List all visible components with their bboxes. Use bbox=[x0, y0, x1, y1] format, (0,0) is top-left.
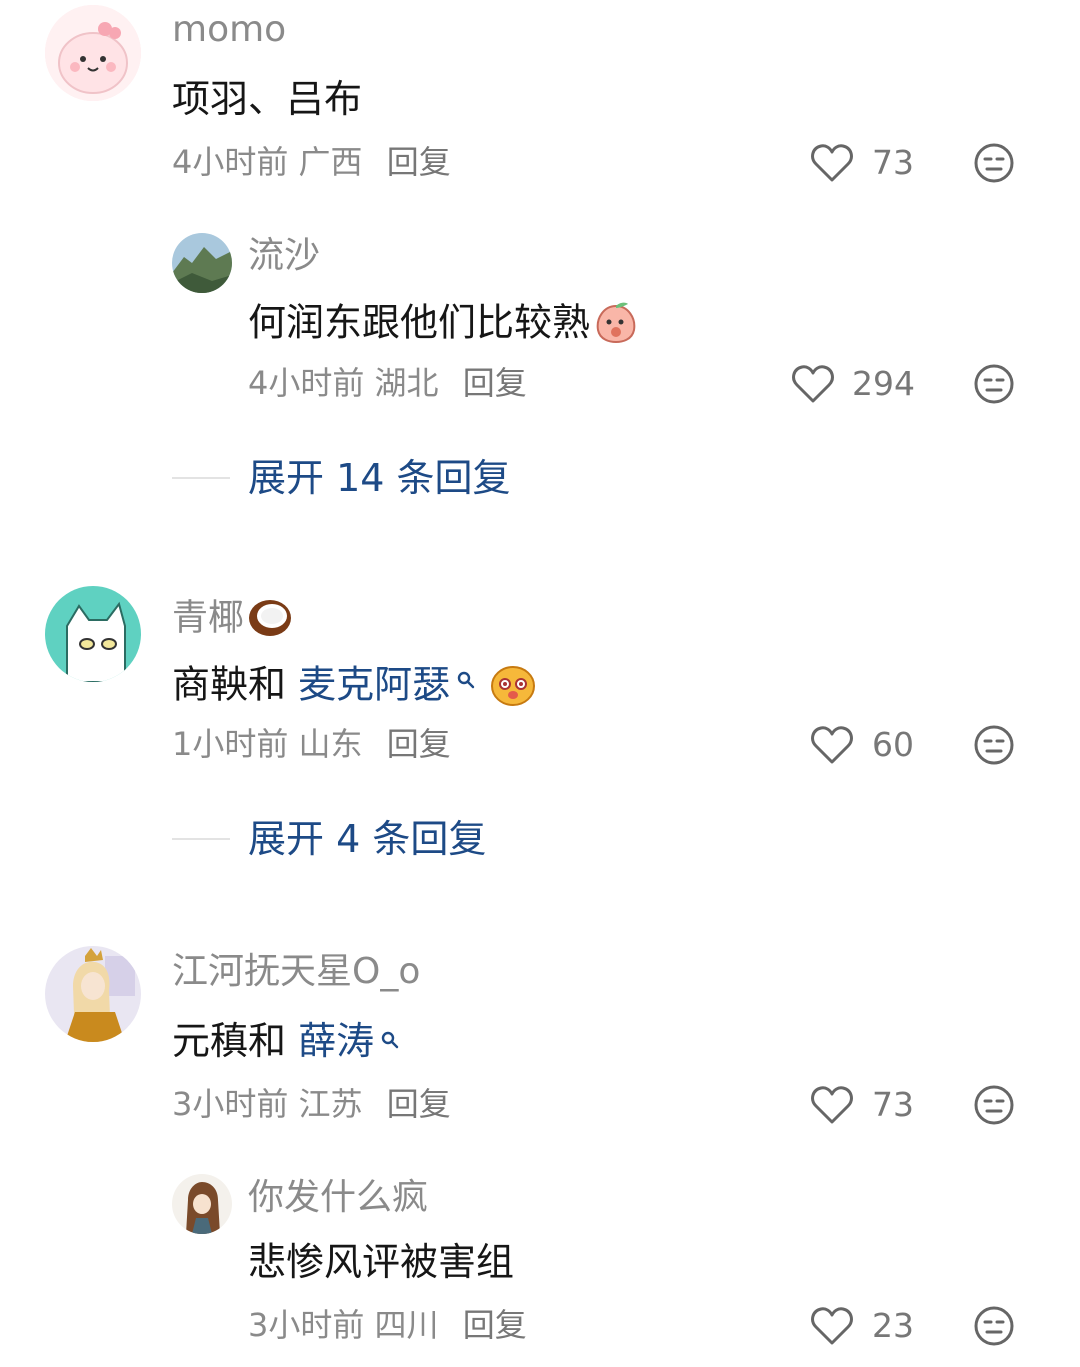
reply-time: 3小时前 bbox=[248, 1306, 365, 1344]
reply-time: 4小时前 bbox=[248, 364, 365, 402]
peach-emoji-icon bbox=[594, 300, 638, 350]
reply-button[interactable]: 回复 bbox=[387, 725, 451, 763]
username[interactable]: momo bbox=[172, 12, 286, 48]
dislike-button[interactable] bbox=[973, 1084, 1015, 1126]
heart-outline-icon bbox=[811, 1086, 853, 1124]
comment-meta: 1小时前 山东 回复 bbox=[172, 728, 451, 760]
comment-location: 山东 bbox=[298, 725, 363, 763]
username-text: 青椰 bbox=[172, 597, 245, 639]
username[interactable]: 流沙 bbox=[248, 238, 320, 274]
heart-outline-icon bbox=[792, 365, 834, 403]
comment-time: 3小时前 bbox=[172, 1085, 289, 1123]
dislike-button[interactable] bbox=[973, 724, 1015, 766]
avatar[interactable] bbox=[172, 233, 232, 293]
reply-location: 四川 bbox=[374, 1306, 439, 1344]
comment-text-plain: 元稹和 bbox=[172, 1019, 299, 1063]
avatar[interactable] bbox=[45, 586, 141, 682]
reply-location: 湖北 bbox=[374, 364, 439, 402]
search-icon[interactable] bbox=[456, 658, 476, 696]
reply-text: 何润东跟他们比较熟 bbox=[248, 300, 638, 350]
dislike-button[interactable] bbox=[973, 142, 1015, 184]
heart-outline-icon bbox=[811, 1307, 853, 1345]
reply-button[interactable]: 回复 bbox=[387, 1085, 451, 1123]
comment-text-plain: 商鞅和 bbox=[172, 662, 299, 707]
search-link[interactable]: 薛涛 bbox=[298, 1019, 374, 1063]
expand-divider bbox=[172, 477, 230, 479]
expand-divider bbox=[172, 838, 230, 840]
avatar[interactable] bbox=[172, 1174, 232, 1234]
dislike-button[interactable] bbox=[973, 363, 1015, 405]
reply-text-body: 何润东跟他们比较熟 bbox=[248, 300, 591, 345]
comment-meta: 4小时前 广西 回复 bbox=[172, 146, 451, 178]
reply-meta: 4小时前 湖北 回复 bbox=[248, 367, 527, 399]
comment-location: 江苏 bbox=[298, 1085, 363, 1123]
avatar[interactable] bbox=[45, 5, 141, 101]
like-count: 73 bbox=[872, 143, 914, 182]
comment-meta: 3小时前 江苏 回复 bbox=[172, 1088, 451, 1120]
like-button[interactable] bbox=[791, 363, 835, 405]
search-link[interactable]: 麦克阿瑟 bbox=[298, 663, 450, 707]
like-count: 73 bbox=[872, 1085, 914, 1124]
reply-button[interactable]: 回复 bbox=[463, 364, 527, 402]
comment-text: 项羽、吕布 bbox=[172, 77, 363, 121]
like-button[interactable] bbox=[810, 142, 854, 184]
comment-text: 商鞅和 麦克阿瑟 bbox=[172, 662, 536, 712]
neutral-face-icon bbox=[974, 364, 1014, 404]
comment-time: 4小时前 bbox=[172, 143, 289, 181]
like-button[interactable] bbox=[810, 724, 854, 766]
neutral-face-icon bbox=[974, 143, 1014, 183]
neutral-face-icon bbox=[974, 725, 1014, 765]
heart-outline-icon bbox=[811, 144, 853, 182]
like-count: 60 bbox=[872, 725, 914, 764]
reply-meta: 3小时前 四川 回复 bbox=[248, 1309, 527, 1341]
dislike-button[interactable] bbox=[973, 1305, 1015, 1347]
expand-replies-button[interactable]: 展开 4 条回复 bbox=[248, 820, 486, 858]
like-count: 23 bbox=[872, 1306, 914, 1345]
comment-time: 1小时前 bbox=[172, 725, 289, 763]
like-count: 294 bbox=[852, 364, 915, 403]
avatar[interactable] bbox=[45, 946, 141, 1042]
neutral-face-icon bbox=[974, 1306, 1014, 1346]
like-button[interactable] bbox=[810, 1305, 854, 1347]
reply-text: 悲惨风评被害组 bbox=[248, 1240, 515, 1284]
reply-button[interactable]: 回复 bbox=[387, 143, 451, 181]
surprised-face-emoji-icon bbox=[490, 662, 536, 712]
username[interactable]: 青椰 bbox=[172, 594, 294, 645]
coconut-emoji-icon bbox=[246, 594, 294, 645]
comment-location: 广西 bbox=[298, 143, 363, 181]
search-icon[interactable] bbox=[380, 1018, 400, 1056]
comment-text: 元稹和 薛涛 bbox=[172, 1022, 400, 1060]
username[interactable]: 江河抚天星O_o bbox=[172, 954, 420, 990]
expand-replies-button[interactable]: 展开 14 条回复 bbox=[248, 459, 511, 497]
reply-button[interactable]: 回复 bbox=[463, 1306, 527, 1344]
username[interactable]: 你发什么疯 bbox=[248, 1180, 428, 1216]
heart-outline-icon bbox=[811, 726, 853, 764]
like-button[interactable] bbox=[810, 1084, 854, 1126]
neutral-face-icon bbox=[974, 1085, 1014, 1125]
